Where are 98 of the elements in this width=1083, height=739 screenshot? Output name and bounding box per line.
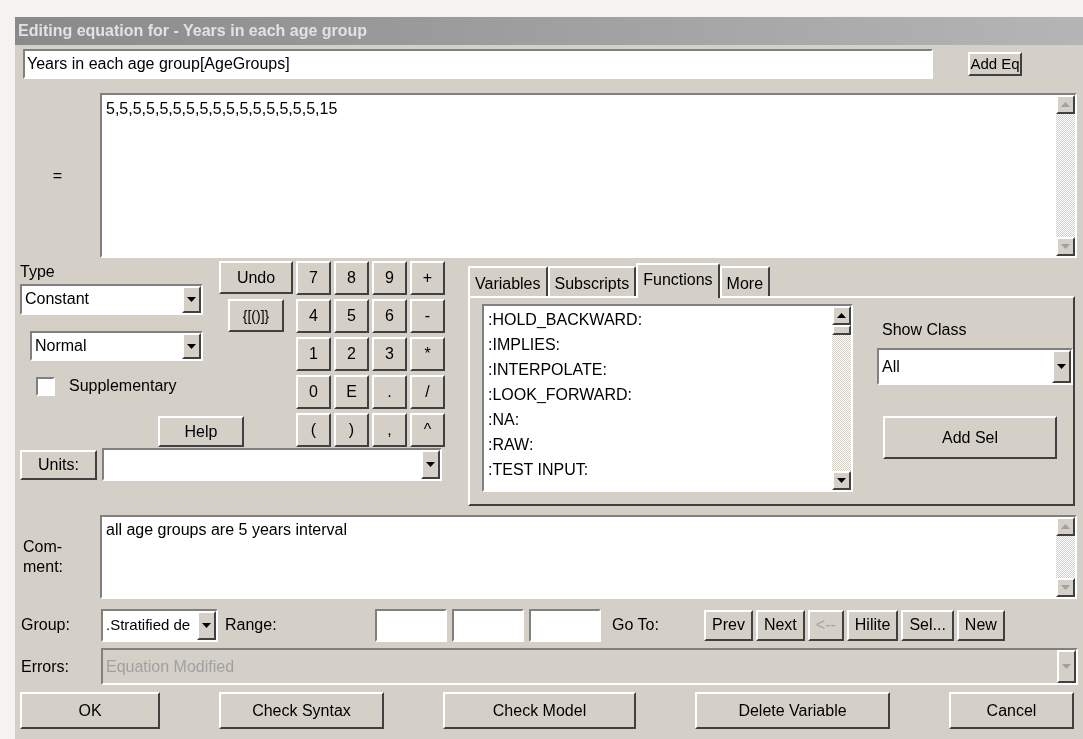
caret-down-icon bbox=[1061, 585, 1070, 590]
caret-down-icon bbox=[187, 296, 196, 302]
caret-down-icon bbox=[187, 343, 196, 349]
checkbox[interactable] bbox=[36, 376, 55, 396]
units-dropdown[interactable] bbox=[102, 448, 442, 481]
list-item[interactable]: :IMPLIES: bbox=[488, 332, 832, 357]
keypad-button[interactable]: 5 bbox=[334, 299, 369, 333]
dropdown-button[interactable] bbox=[421, 450, 440, 479]
list-item[interactable]: :TEST INPUT: bbox=[488, 457, 832, 482]
list-item[interactable]: :HOLD_BACKWARD: bbox=[488, 307, 832, 332]
keypad-button[interactable]: - bbox=[410, 299, 445, 333]
dialog-button[interactable]: Cancel bbox=[949, 692, 1074, 729]
show-class-label: Show Class bbox=[882, 320, 968, 340]
combo-value: Constant bbox=[24, 289, 91, 310]
caret-up-icon bbox=[837, 313, 846, 318]
dialog-button[interactable]: Check Model bbox=[443, 692, 636, 729]
dropdown-button[interactable] bbox=[182, 332, 201, 360]
caret-up-icon bbox=[1061, 102, 1070, 107]
caret-down-icon bbox=[1061, 244, 1070, 249]
tab[interactable]: Functions bbox=[636, 263, 720, 298]
keypad-button[interactable]: / bbox=[410, 375, 445, 409]
keypad-button[interactable]: ^ bbox=[410, 413, 445, 447]
combo-value: .Stratified de bbox=[105, 614, 192, 635]
dropdown-button[interactable] bbox=[1052, 350, 1071, 383]
caret-down-icon bbox=[426, 462, 435, 467]
combo-value: Normal bbox=[34, 336, 88, 357]
list-item[interactable]: :LOOK_FORWARD: bbox=[488, 382, 832, 407]
group-dropdown[interactable]: .Stratified de bbox=[101, 608, 218, 642]
keypad-button[interactable]: 6 bbox=[372, 299, 407, 333]
keypad-button[interactable]: * bbox=[410, 337, 445, 371]
caret-down-icon bbox=[837, 478, 846, 483]
scrollbar[interactable] bbox=[832, 306, 851, 490]
add-eq-button[interactable]: Add Eq bbox=[968, 51, 1022, 76]
units-button[interactable]: Units: bbox=[20, 449, 97, 480]
keypad-button[interactable]: E bbox=[334, 375, 369, 409]
scroll-thumb[interactable] bbox=[832, 325, 851, 335]
type-dropdown[interactable]: Constant bbox=[20, 284, 203, 315]
keypad-button[interactable]: + bbox=[410, 261, 445, 295]
nav-button[interactable]: New bbox=[956, 609, 1005, 641]
keypad-button[interactable]: , bbox=[372, 413, 407, 447]
scroll-down-button[interactable] bbox=[1056, 237, 1075, 256]
keypad-button[interactable]: . bbox=[372, 375, 407, 409]
equation-text[interactable]: 5,5,5,5,5,5,5,5,5,5,5,5,5,5,5,5,15 bbox=[106, 100, 338, 117]
function-list[interactable]: :HOLD_BACKWARD: :IMPLIES: :INTERPOLATE: :LOOK_FORWARD: :NA: :RAW: :TEST INPUT: bbox=[482, 304, 853, 492]
comment-text[interactable]: all age groups are 5 years interval bbox=[106, 521, 348, 538]
keypad-button[interactable]: 1 bbox=[296, 337, 331, 371]
scroll-up-button[interactable] bbox=[1056, 517, 1075, 536]
keypad-button[interactable]: 9 bbox=[372, 261, 407, 295]
dialog-button[interactable]: Delete Variable bbox=[695, 692, 890, 729]
caret-down-icon bbox=[202, 622, 211, 628]
nav-button[interactable]: Prev bbox=[704, 609, 753, 641]
dropdown-button[interactable] bbox=[182, 286, 201, 313]
list-item[interactable]: :INTERPOLATE: bbox=[488, 357, 832, 382]
nav-button[interactable]: Hilite bbox=[846, 609, 899, 641]
caret-down-icon bbox=[1057, 364, 1066, 369]
dropdown-button[interactable] bbox=[197, 610, 216, 640]
errors-label: Errors: bbox=[21, 656, 70, 677]
show-class-dropdown[interactable]: All bbox=[877, 348, 1073, 385]
range-field[interactable] bbox=[375, 608, 447, 642]
keypad-button[interactable]: 3 bbox=[372, 337, 407, 371]
name-field[interactable]: Years in each age group[AgeGroups] bbox=[23, 48, 933, 79]
scroll-up-button[interactable] bbox=[1056, 95, 1075, 114]
keypad-button[interactable]: ) bbox=[334, 413, 369, 447]
window-title: Editing equation for - Years in each age group bbox=[15, 17, 1083, 45]
equals-label: = bbox=[52, 165, 63, 186]
caret-down-icon bbox=[1062, 664, 1071, 669]
group-label: Group: bbox=[21, 615, 71, 635]
keypad-button[interactable]: 0 bbox=[296, 375, 331, 409]
keypad-button[interactable]: 7 bbox=[296, 261, 331, 295]
caret-up-icon bbox=[1061, 524, 1070, 529]
brackets-button[interactable]: {[()]} bbox=[228, 299, 284, 332]
add-sel-button[interactable]: Add Sel bbox=[883, 416, 1057, 459]
scroll-down-button[interactable] bbox=[1056, 578, 1075, 597]
dialog-button[interactable]: OK bbox=[20, 692, 160, 729]
checkbox-label: Supplementary bbox=[69, 376, 177, 397]
type-label: Type bbox=[20, 262, 56, 282]
list-item[interactable]: :NA: bbox=[488, 407, 832, 432]
help-button[interactable]: Help bbox=[158, 416, 244, 447]
combo-value: All bbox=[881, 356, 901, 377]
range-field[interactable] bbox=[452, 608, 524, 642]
scroll-down-button[interactable] bbox=[832, 471, 851, 490]
keypad-button[interactable]: 8 bbox=[334, 261, 369, 295]
keypad-button[interactable]: 4 bbox=[296, 299, 331, 333]
comment-label: Com-ment: bbox=[23, 537, 64, 577]
range-field[interactable] bbox=[529, 608, 601, 642]
dialog-button[interactable]: Check Syntax bbox=[219, 692, 384, 729]
nav-button[interactable]: Next bbox=[755, 609, 805, 641]
scroll-up-button[interactable] bbox=[832, 306, 851, 325]
subtype-dropdown[interactable]: Normal bbox=[30, 330, 203, 362]
scrollbar[interactable] bbox=[1056, 95, 1075, 256]
keypad-button[interactable]: ( bbox=[296, 413, 331, 447]
goto-label: Go To: bbox=[612, 615, 660, 635]
range-label: Range: bbox=[225, 615, 278, 635]
keypad-button[interactable]: 2 bbox=[334, 337, 369, 371]
scrollbar[interactable] bbox=[1056, 517, 1075, 597]
list-item[interactable]: :RAW: bbox=[488, 432, 832, 457]
nav-button[interactable]: Sel... bbox=[901, 609, 954, 641]
undo-button[interactable]: Undo bbox=[219, 261, 293, 294]
